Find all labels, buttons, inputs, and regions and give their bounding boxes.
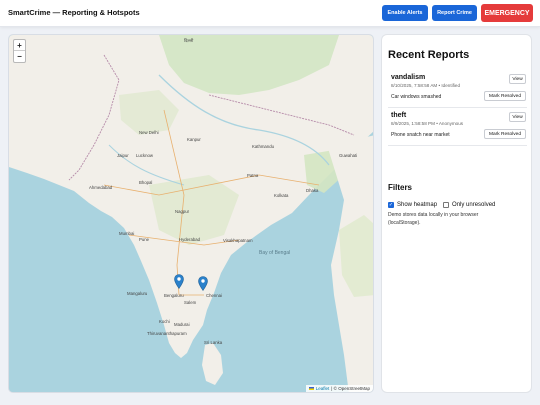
report-type: theft: [391, 112, 407, 119]
report-crime-button[interactable]: Report Crime: [432, 5, 477, 21]
label-salem: Salem: [184, 300, 197, 305]
label-visakhapatnam: Visakhapatnam: [223, 238, 253, 243]
mark-resolved-button[interactable]: Mark Resolved: [484, 91, 526, 101]
only-unresolved-toggle[interactable]: Only unresolved: [443, 202, 495, 208]
filters-title: Filters: [388, 183, 413, 192]
map-view[interactable]: दिल्ली Lucknow Kanpur New Delhi Jaipur P…: [8, 34, 374, 393]
zoom-out-button[interactable]: −: [14, 51, 25, 62]
show-heatmap-checkbox[interactable]: ✓: [388, 202, 394, 208]
label-mangaluru: Mangaluru: [127, 291, 148, 296]
app-title: SmartCrime — Reporting & Hotspots: [8, 8, 140, 17]
zoom-in-button[interactable]: +: [14, 40, 25, 51]
label-jaipur: Jaipur: [117, 153, 129, 158]
filter-row: ✓ Show heatmap Only unresolved: [388, 202, 501, 208]
label-hyderabad: Hyderabad: [179, 237, 201, 242]
mark-resolved-button[interactable]: Mark Resolved: [484, 129, 526, 139]
map-pin-icon: [198, 276, 208, 292]
ukraine-flag-icon: [308, 387, 314, 390]
label-ahmedabad: Ahmedabad: [89, 185, 113, 190]
label-kanpur: Kanpur: [187, 137, 201, 142]
label-guwahati: Guwahati: [339, 153, 358, 158]
report-marker[interactable]: [198, 276, 208, 292]
panel-title: Recent Reports: [388, 49, 470, 61]
label-dhaka: Dhaka: [306, 188, 319, 193]
label-madurai: Madurai: [174, 322, 190, 327]
label-thiruvananthapuram: Thiruvananthapuram: [147, 331, 187, 336]
report-meta: 8/10/2025, 7:58:58 AM • Identified: [391, 83, 461, 88]
label-sri-lanka: Sri Lanka: [204, 340, 223, 345]
only-unresolved-checkbox[interactable]: [443, 202, 450, 208]
map-tiles: [9, 35, 373, 392]
osm-attribution: | © OpenStreetMap: [331, 386, 370, 391]
label-patna: Patna: [247, 173, 259, 178]
emergency-button[interactable]: EMERGENCY: [481, 4, 533, 22]
report-marker[interactable]: [174, 274, 184, 290]
map-attribution: Leaflet | © OpenStreetMap: [305, 385, 373, 392]
show-heatmap-label: Show heatmap: [397, 202, 438, 208]
label-mumbai: Mumbai: [119, 231, 135, 236]
label-bhopal: Bhopal: [139, 180, 153, 185]
view-button[interactable]: View: [509, 112, 526, 122]
only-unresolved-label: Only unresolved: [452, 202, 496, 208]
view-button[interactable]: View: [509, 74, 526, 84]
map-pin-icon: [174, 274, 184, 290]
show-heatmap-toggle[interactable]: ✓ Show heatmap: [388, 202, 437, 208]
label-kathmandu: Kathmandu: [252, 144, 274, 149]
label-nagpur: Nagpur: [175, 209, 190, 214]
zoom-control: + −: [13, 39, 26, 63]
reports-panel: Recent Reports vandalism 8/10/2025, 7:58…: [381, 34, 532, 393]
report-type: vandalism: [391, 74, 426, 81]
report-meta: 8/9/2025, 1:58:58 PM • Anonymous: [391, 121, 464, 126]
label-pune: Pune: [139, 237, 150, 242]
label-lucknow: Lucknow: [136, 153, 153, 158]
label-kolkata: Kolkata: [274, 193, 289, 198]
label-new-delhi: New Delhi: [139, 130, 159, 135]
leaflet-link[interactable]: Leaflet: [316, 386, 330, 391]
storage-note: Demo stores data locally in your browser…: [388, 212, 479, 226]
label-kochi: Kochi: [159, 319, 170, 324]
report-description: Car windows smashed: [391, 94, 442, 100]
label-bay-of-bengal: Bay of Bengal: [259, 250, 291, 256]
report-item: vandalism 8/10/2025, 7:58:58 AM • Identi…: [388, 74, 527, 108]
label-chennai: Chennai: [206, 293, 223, 298]
top-bar: SmartCrime — Reporting & Hotspots Enable…: [0, 0, 540, 27]
label-bengaluru: Bengaluru: [164, 293, 184, 298]
enable-alerts-button[interactable]: Enable Alerts: [382, 5, 428, 21]
report-item: theft 8/9/2025, 1:58:58 PM • Anonymous P…: [388, 112, 527, 146]
report-description: Phone snatch near market: [391, 132, 450, 138]
